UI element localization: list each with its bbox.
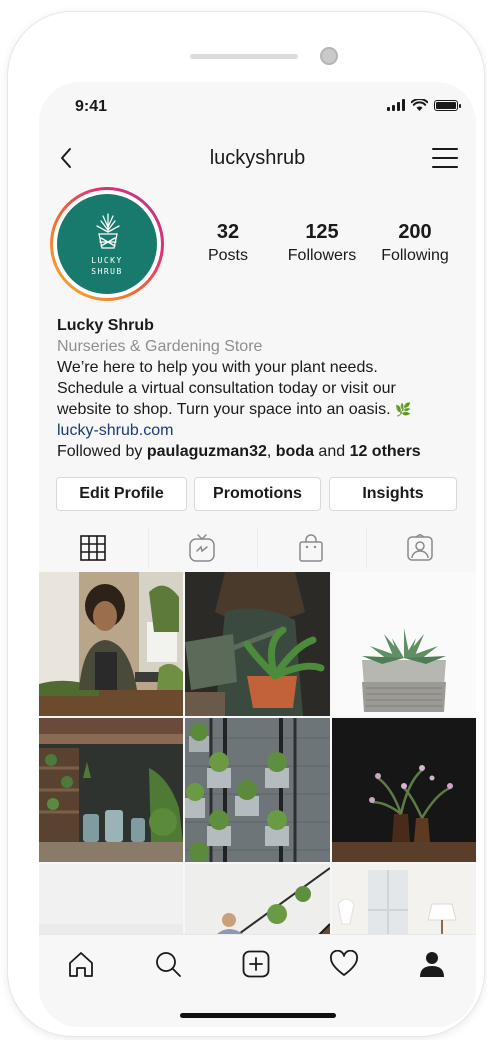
following-label: Following <box>381 247 449 264</box>
post-thumbnail-wall-planters[interactable] <box>185 718 330 862</box>
leaf-emoji: 🌿 <box>394 402 412 417</box>
follower-link-paulaguzman32[interactable]: paulaguzman32 <box>147 443 267 460</box>
photo-watering-can-plant <box>185 572 330 716</box>
shop-bag-icon <box>299 534 323 562</box>
post-thumbnail-man-at-counter[interactable] <box>39 572 183 716</box>
signal-icon <box>387 99 405 111</box>
logo-text-bottom: SHRUB <box>91 267 123 276</box>
profile-name: Lucky Shrub <box>57 317 154 334</box>
lucky-shrub-logo: LUCKY SHRUB <box>57 194 157 294</box>
status-time: 9:41 <box>75 98 108 115</box>
post-thumbnail-garden-shop[interactable] <box>39 718 183 862</box>
heart-icon <box>330 950 358 976</box>
posts-label: Posts <box>207 247 248 264</box>
phone-frame: 9:41 luckyshrub LUCKY SHRUB 32 Posts 125… <box>8 12 484 1036</box>
avatar[interactable]: LUCKY SHRUB <box>50 187 164 301</box>
photo-garden-shop <box>39 718 183 862</box>
followers-others-link[interactable]: 12 others <box>350 443 421 460</box>
logo-text-top: LUCKY <box>91 256 123 265</box>
post-thumbnail-succulent[interactable] <box>332 572 476 716</box>
profile-username: luckyshrub <box>209 147 306 169</box>
home-icon <box>69 952 93 977</box>
profile-icon <box>420 952 444 977</box>
nav-search[interactable] <box>153 949 183 979</box>
followers-count[interactable]: 125 Followers <box>277 221 367 265</box>
profile-tabs <box>39 522 476 574</box>
menu-button[interactable] <box>432 146 458 170</box>
posts-grid <box>39 572 476 1008</box>
post-thumbnail-watering-can[interactable] <box>185 572 330 716</box>
wifi-icon <box>411 99 428 111</box>
photo-wall-planters <box>185 718 330 862</box>
tab-igtv[interactable] <box>184 530 220 566</box>
post-thumbnail-dark-flowers[interactable] <box>332 718 476 862</box>
new-post-icon <box>242 950 270 978</box>
posts-count[interactable]: 32 Posts <box>183 221 273 265</box>
hamburger-menu-icon <box>432 148 458 168</box>
battery-icon <box>434 100 461 111</box>
bio-line-2: Schedule a virtual consultation today or… <box>57 380 396 397</box>
tab-grid[interactable] <box>75 530 111 566</box>
followers-label: Followers <box>287 247 357 264</box>
bio-line-1: We’re here to help you with your plant n… <box>57 359 378 376</box>
edit-profile-button[interactable]: Edit Profile <box>56 477 187 511</box>
following-value: 200 <box>398 221 432 243</box>
nav-profile[interactable] <box>417 949 447 979</box>
search-icon <box>156 952 181 977</box>
nav-activity[interactable] <box>329 949 359 979</box>
tab-tagged[interactable] <box>402 530 438 566</box>
tagged-icon <box>407 534 433 561</box>
website-link[interactable]: lucky-shrub.com <box>57 420 467 441</box>
promotions-button[interactable]: Promotions <box>194 477 321 511</box>
front-camera <box>320 47 338 65</box>
posts-value: 32 <box>216 221 240 243</box>
photo-succulent-pot <box>332 572 476 716</box>
speaker-grille <box>190 54 298 59</box>
follower-link-boda[interactable]: boda <box>276 443 314 460</box>
bottom-navigation <box>39 934 476 1027</box>
followed-by: Followed by paulaguzman32, boda and 12 o… <box>57 443 421 460</box>
grid-icon <box>80 535 106 561</box>
status-icons <box>387 99 461 111</box>
profile-bio: Lucky Shrub Nurseries & Gardening Store … <box>57 315 467 462</box>
profile-category: Nurseries & Gardening Store <box>57 338 263 355</box>
tab-shop[interactable] <box>293 530 329 566</box>
home-indicator[interactable] <box>180 1013 336 1018</box>
profile-header: luckyshrub <box>39 140 476 176</box>
followers-value: 125 <box>305 221 339 243</box>
igtv-icon <box>189 534 215 562</box>
nav-new-post[interactable] <box>241 949 271 979</box>
bio-line-3: website to shop. Turn your space into an… <box>57 401 412 418</box>
pineapple-plant-icon <box>96 213 120 249</box>
nav-home[interactable] <box>66 949 96 979</box>
insights-button[interactable]: Insights <box>329 477 457 511</box>
screen: 9:41 luckyshrub LUCKY SHRUB 32 Posts 125… <box>39 82 476 1027</box>
status-bar: 9:41 <box>39 82 476 132</box>
following-count[interactable]: 200 Following <box>370 221 460 265</box>
photo-man-at-counter <box>39 572 183 716</box>
photo-dark-flowers <box>332 718 476 862</box>
